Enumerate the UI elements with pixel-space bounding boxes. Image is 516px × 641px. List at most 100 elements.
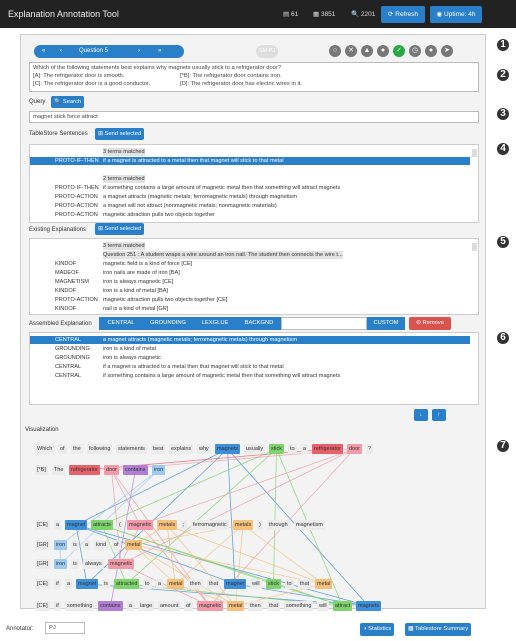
viz-token: [CE]	[35, 601, 50, 611]
viz-token: will	[250, 579, 262, 589]
viz-link	[139, 448, 355, 526]
viz-token: a	[301, 444, 309, 454]
viz-token: metals	[233, 520, 254, 530]
tablestore-summary-button[interactable]: ▦ Tablestore Summary	[405, 623, 472, 636]
viz-token: a	[54, 520, 62, 530]
viz-token: magnets	[356, 601, 382, 611]
annotator-label: Annotator:	[6, 626, 34, 632]
viz-token: refrigerator	[312, 444, 343, 454]
viz-token: iron	[152, 465, 166, 475]
viz-token: attracted	[114, 579, 140, 589]
viz-token: door	[104, 465, 120, 475]
viz-token: magnet	[65, 520, 88, 530]
viz-link	[242, 524, 324, 585]
viz-token: following	[87, 444, 113, 454]
viz-token: metal	[167, 579, 185, 589]
viz-token: door	[347, 444, 363, 454]
viz-token: best	[151, 444, 166, 454]
viz-token: magnet	[76, 579, 99, 589]
viz-token: if	[54, 601, 61, 611]
viz-token: magnet	[224, 579, 247, 589]
main-panel: « ‹ Question 5 › » SM PJ ○ ✕ ▲ ● ✓ ◷ ● ➤…	[20, 34, 487, 611]
viz-link	[75, 524, 236, 585]
viz-token: of	[184, 601, 193, 611]
viz-link	[126, 448, 277, 585]
viz-token: magnets	[215, 444, 241, 454]
statistics-button[interactable]: ◑ Statistics	[360, 623, 395, 636]
viz-token: metal	[125, 540, 143, 550]
step-marker: 7	[497, 440, 509, 452]
refresh-button[interactable]: ⟳ Refresh	[381, 6, 425, 23]
viz-token: something	[284, 601, 314, 611]
viz-token: attract	[333, 601, 353, 611]
step-marker: 6	[497, 332, 509, 344]
viz-token: is	[102, 579, 110, 589]
viz-token: metal	[315, 579, 333, 589]
step-marker: 5	[497, 236, 509, 248]
stat-queries: 🔍 2201	[351, 11, 376, 18]
viz-token: metals	[157, 520, 178, 530]
viz-token: ?	[366, 444, 374, 454]
viz-token: a	[156, 579, 164, 589]
viz-link	[111, 469, 141, 526]
viz-token: The	[52, 465, 66, 475]
viz-token: why	[197, 444, 211, 454]
viz-token: [*B]	[35, 465, 48, 475]
viz-token: usually	[244, 444, 266, 454]
viz-token: that	[267, 601, 281, 611]
viz-token: of	[58, 444, 67, 454]
viz-token: to	[288, 444, 297, 454]
stat-questions: ▤ 61	[283, 11, 299, 18]
viz-token: magnetic	[127, 520, 154, 530]
viz-token: iron	[54, 540, 68, 550]
step-marker: 1	[497, 39, 509, 51]
visualization-area: Which of the following statements best explain…	[21, 35, 487, 611]
viz-token: stick	[269, 444, 284, 454]
viz-token: a	[65, 579, 73, 589]
viz-token: statements	[116, 444, 147, 454]
viz-token: a	[83, 540, 91, 550]
step-marker: 4	[497, 143, 509, 155]
viz-token: is	[71, 559, 79, 569]
viz-link	[273, 448, 277, 585]
viz-link	[235, 524, 244, 607]
viz-token: to	[285, 579, 294, 589]
viz-token: magnetic	[197, 601, 224, 611]
viz-token: attracts	[91, 520, 114, 530]
viz-token: that	[207, 579, 221, 589]
viz-token: Which	[35, 444, 55, 454]
viz-link	[101, 524, 127, 585]
stat-rows: ▦ 3851	[313, 11, 336, 18]
viz-link	[101, 448, 277, 526]
app-title: Explanation Annotation Tool	[8, 9, 119, 19]
viz-token: large	[138, 601, 155, 611]
viz-token: ferromagnetic	[191, 520, 229, 530]
annotator-input[interactable]: PJ	[45, 622, 85, 634]
viz-token: then	[188, 579, 203, 589]
viz-token: [CE]	[35, 520, 50, 530]
viz-token: kind	[94, 540, 109, 550]
viz-token: explains	[169, 444, 194, 454]
viz-token: of	[112, 540, 121, 550]
viz-token: is	[71, 540, 79, 550]
step-marker: 2	[497, 69, 509, 81]
viz-link	[133, 544, 236, 607]
uptime-button[interactable]: ◉ Uptime: 4h	[430, 6, 482, 23]
viz-token: contains	[98, 601, 123, 611]
viz-token: will	[317, 601, 329, 611]
viz-token: [CE]	[35, 579, 50, 589]
viz-token: then	[248, 601, 263, 611]
viz-link	[75, 524, 88, 585]
viz-token: magnetism	[294, 520, 325, 530]
viz-token: contains	[123, 465, 148, 475]
viz-link	[60, 469, 159, 546]
top-navbar: Explanation Annotation Tool ▤ 61 ▦ 3851 …	[0, 0, 516, 28]
viz-token: magnetic	[108, 559, 135, 569]
viz-token: that	[298, 579, 312, 589]
viz-token: always	[83, 559, 104, 569]
viz-token: stick	[266, 579, 281, 589]
step-marker: 3	[497, 108, 509, 120]
viz-token: to	[143, 579, 152, 589]
viz-token: )	[257, 520, 263, 530]
viz-link	[227, 448, 236, 585]
